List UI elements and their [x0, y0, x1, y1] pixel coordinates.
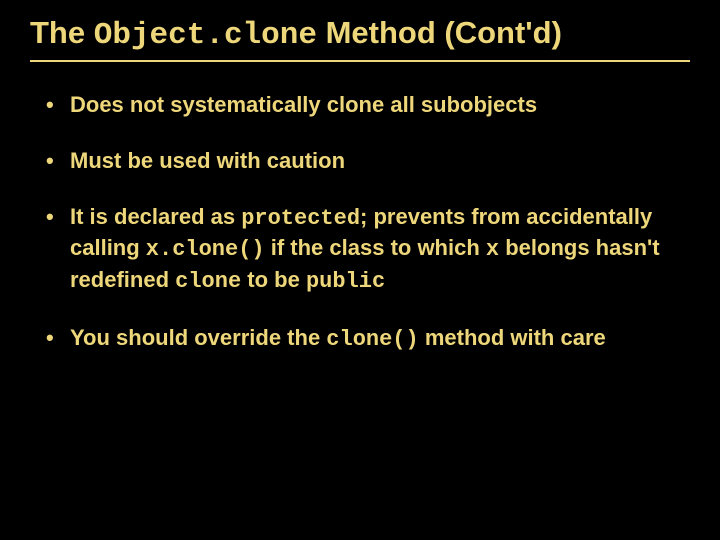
title-code: Object.clone [94, 18, 317, 53]
bullet-text: if the class to which [265, 235, 486, 260]
list-item: You should override the clone() method w… [44, 323, 680, 355]
bullet-text: Does not systematically clone all subobj… [70, 92, 537, 117]
list-item: Does not systematically clone all subobj… [44, 90, 680, 120]
title-post: Method (Cont'd) [317, 15, 562, 50]
title-pre: The [30, 15, 94, 50]
code-text: clone [175, 269, 241, 294]
code-text: public [306, 269, 385, 294]
code-text: protected [241, 206, 360, 231]
code-text: x [486, 237, 499, 262]
list-item: Must be used with caution [44, 146, 680, 176]
list-item: It is declared as protected; prevents fr… [44, 202, 680, 297]
bullet-text: method with care [419, 325, 606, 350]
bullet-text: It is declared as [70, 204, 241, 229]
slide-title: The Object.clone Method (Cont'd) [30, 14, 690, 54]
bullet-text: to be [241, 267, 306, 292]
code-text: x.clone() [146, 237, 265, 262]
bullet-text: You should override the [70, 325, 326, 350]
bullet-list: Does not systematically clone all subobj… [30, 90, 690, 354]
code-text: clone() [326, 327, 418, 352]
bullet-text: Must be used with caution [70, 148, 345, 173]
slide: The Object.clone Method (Cont'd) Does no… [0, 0, 720, 540]
title-underline [30, 60, 690, 62]
